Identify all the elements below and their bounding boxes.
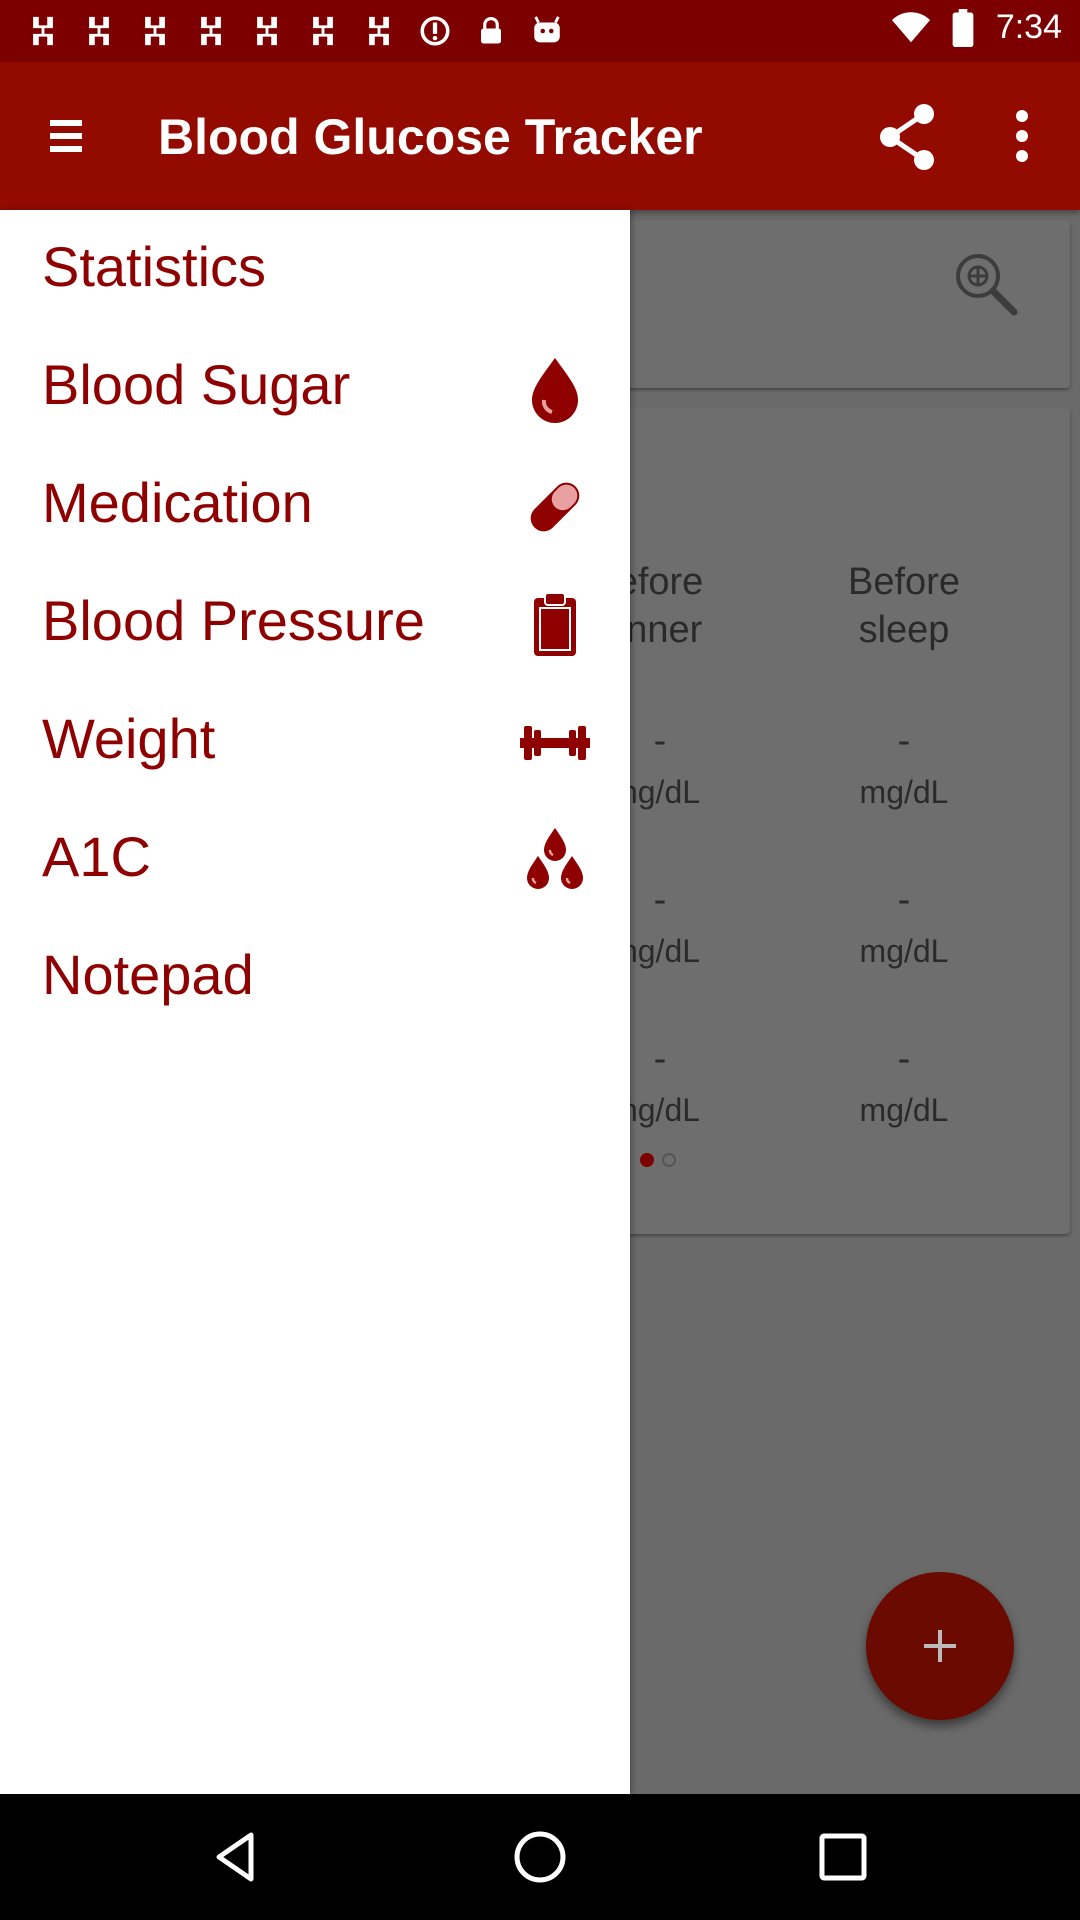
zoom-search-icon[interactable] — [952, 250, 1022, 320]
lock-icon — [472, 12, 510, 50]
reading-value: - — [897, 1038, 911, 1080]
drawer-item-blood-sugar[interactable]: Blood Sugar — [0, 328, 630, 446]
news-icon — [192, 12, 230, 50]
android-icon — [528, 12, 566, 50]
recents-icon[interactable] — [813, 1827, 873, 1887]
drawer-item-notepad[interactable]: Notepad — [0, 918, 630, 1036]
block-icon — [416, 12, 454, 50]
reading-unit: mg/dL — [859, 933, 949, 969]
app-bar: Blood Glucose Tracker — [0, 62, 1080, 210]
column-header-line2: sleep — [858, 609, 950, 651]
news-icon — [80, 12, 118, 50]
reading-unit: mg/dL — [859, 1092, 949, 1128]
news-icon — [304, 12, 342, 50]
dumbbell-icon — [520, 708, 590, 778]
status-right: 7:34 — [891, 8, 1062, 47]
page-dot-active — [640, 1153, 654, 1167]
status-time: 7:34 — [995, 8, 1062, 46]
reading-unit: mg/dL — [859, 774, 949, 810]
news-icon — [24, 12, 62, 50]
drawer-item-label: Blood Sugar — [42, 353, 351, 416]
drawer-item-blood-pressure[interactable]: Blood Pressure — [0, 564, 630, 682]
more-vert-icon[interactable] — [1006, 106, 1038, 166]
reading-value: - — [897, 720, 911, 762]
pill-icon — [520, 472, 590, 542]
drawer-item-label: A1C — [42, 825, 151, 888]
plus-icon — [924, 1630, 956, 1662]
drawer-item-statistics[interactable]: Statistics — [0, 210, 630, 328]
news-icon — [360, 12, 398, 50]
home-icon[interactable] — [510, 1827, 570, 1887]
menu-icon[interactable] — [44, 114, 88, 158]
notification-icons — [24, 12, 566, 50]
drawer-item-weight[interactable]: Weight — [0, 682, 630, 800]
drawer-item-label: Statistics — [42, 235, 267, 298]
app-title: Blood Glucose Tracker — [158, 109, 703, 165]
battery-icon — [944, 8, 982, 47]
drawer-item-a1c[interactable]: A1C — [0, 800, 630, 918]
drawer-item-label: Medication — [42, 471, 313, 534]
column-header-line1: Before — [848, 561, 960, 603]
status-bar: 7:34 — [0, 0, 1080, 62]
three-drops-icon — [520, 826, 590, 896]
add-button[interactable] — [866, 1572, 1014, 1720]
clipboard-icon — [520, 590, 590, 660]
blood-drop-icon — [520, 354, 590, 424]
system-nav-bar — [0, 1794, 1080, 1920]
back-icon[interactable] — [207, 1827, 267, 1887]
page-dot — [662, 1153, 676, 1167]
share-icon[interactable] — [876, 102, 940, 172]
navigation-drawer: Statistics Blood Sugar Medication Blood … — [0, 210, 630, 1794]
drawer-item-medication[interactable]: Medication — [0, 446, 630, 564]
drawer-item-label: Weight — [42, 707, 216, 770]
column-header: Before sleep — [804, 558, 1004, 654]
reading-value: - — [897, 879, 911, 921]
page-indicator — [640, 1153, 676, 1167]
drawer-item-label: Notepad — [42, 943, 254, 1006]
wifi-icon — [891, 9, 930, 47]
news-icon — [248, 12, 286, 50]
news-icon — [136, 12, 174, 50]
drawer-item-label: Blood Pressure — [42, 589, 425, 652]
